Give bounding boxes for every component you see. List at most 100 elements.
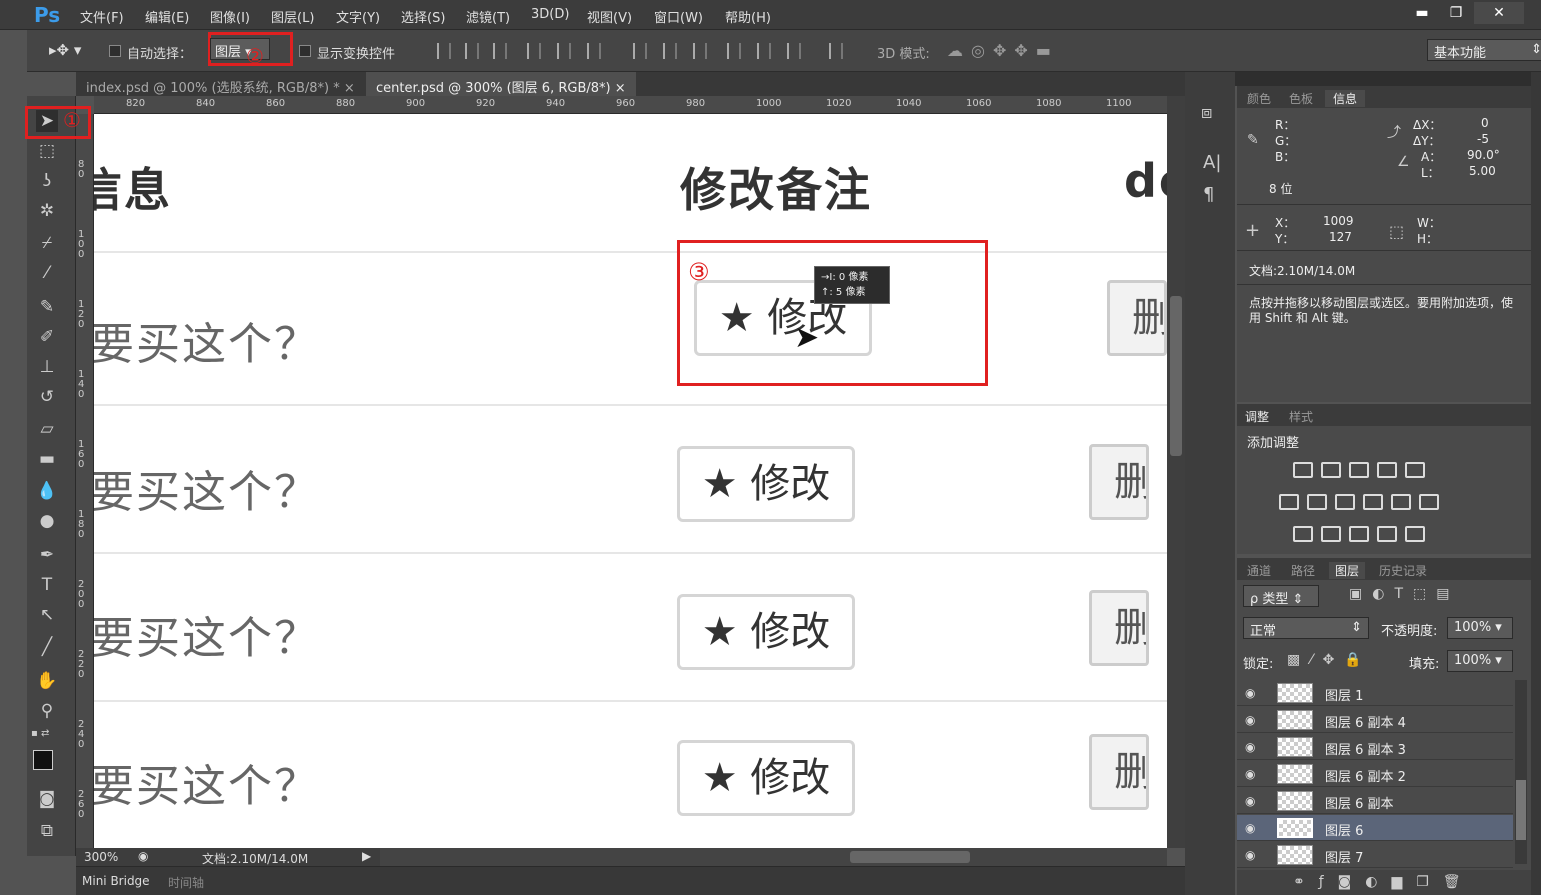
timeline-tab[interactable]: 时间轴: [168, 874, 204, 891]
exposure-icon[interactable]: [1377, 462, 1397, 478]
threshold-icon[interactable]: [1349, 526, 1369, 542]
tab-layers[interactable]: 图层: [1329, 562, 1366, 579]
eraser-icon[interactable]: ▱: [36, 418, 58, 440]
tab-styles[interactable]: 样式: [1289, 408, 1313, 425]
menu-3d[interactable]: 3D(D): [531, 7, 569, 22]
visibility-eye-icon[interactable]: ◉: [1245, 767, 1261, 781]
history-brush-icon[interactable]: ↺: [36, 386, 58, 408]
zoom-tool-icon[interactable]: ⚲: [36, 700, 58, 722]
close-button[interactable]: ✕: [1474, 2, 1524, 24]
color-balance-icon[interactable]: [1307, 494, 1327, 510]
workspace-dropdown[interactable]: 基本功能 ⇕: [1427, 39, 1541, 61]
color-lookup-icon[interactable]: [1419, 494, 1439, 510]
blur-tool-icon[interactable]: 💧: [36, 480, 58, 502]
visibility-eye-icon[interactable]: ◉: [1245, 686, 1261, 700]
blend-mode-dropdown[interactable]: 正常 ⇕: [1243, 617, 1369, 639]
auto-align-icon[interactable]: [829, 43, 843, 59]
gradient-map-icon[interactable]: [1405, 526, 1425, 542]
status-arrow-icon[interactable]: ▶: [362, 849, 371, 863]
layer-filter-icons[interactable]: ▣◐T⬚▤: [1349, 586, 1459, 602]
layer-row-selected[interactable]: ◉ 图层 6: [1237, 815, 1513, 841]
fill-input[interactable]: 100% ▾: [1447, 650, 1513, 672]
tab-paths[interactable]: 路径: [1291, 562, 1315, 579]
layer-row[interactable]: ◉ 图层 6 副本 2: [1237, 761, 1513, 787]
curves-icon[interactable]: [1349, 462, 1369, 478]
scroll-thumb[interactable]: [850, 851, 970, 863]
horizontal-scrollbar[interactable]: [380, 848, 1167, 866]
layer-actions-icons[interactable]: ⚭ƒ◙◐▆❐🗑: [1293, 874, 1475, 890]
brush-tool-icon[interactable]: ✐: [36, 326, 58, 348]
tab-index-psd[interactable]: index.psd @ 100% (选股系统, RGB/8*) * ×: [76, 72, 365, 96]
distribute-bottom-icon[interactable]: [693, 43, 707, 59]
move-tool-preset-icon[interactable]: ▸✥ ▾: [49, 41, 81, 59]
visibility-eye-icon[interactable]: ◉: [1245, 794, 1261, 808]
tab-color[interactable]: 颜色: [1247, 90, 1271, 107]
visibility-eye-icon[interactable]: ◉: [1245, 848, 1261, 862]
edit-button[interactable]: ★ 修改: [677, 740, 855, 816]
posterize-icon[interactable]: [1321, 526, 1341, 542]
swap-colors-icon[interactable]: ▪ ⇄: [31, 728, 49, 739]
clone-stamp-icon[interactable]: ⊥: [36, 356, 58, 378]
3d-tools-icon[interactable]: ☁◎✥✥▬: [947, 41, 1059, 60]
crop-tool-icon[interactable]: ⌿: [36, 232, 58, 254]
path-select-icon[interactable]: ↖: [36, 604, 58, 626]
scroll-thumb[interactable]: [1516, 780, 1526, 840]
eyedropper-icon[interactable]: ⁄: [36, 262, 58, 284]
distribute-right-icon[interactable]: [787, 43, 801, 59]
layer-row[interactable]: ◉ 图层 7: [1237, 842, 1513, 868]
invert-icon[interactable]: [1293, 526, 1313, 542]
delete-button[interactable]: 删: [1089, 734, 1149, 810]
hue-saturation-icon[interactable]: [1279, 494, 1299, 510]
hand-tool-icon[interactable]: ✋: [36, 670, 58, 692]
tab-channels[interactable]: 通道: [1247, 562, 1271, 579]
layer-row[interactable]: ◉ 图层 6 副本 3: [1237, 734, 1513, 760]
lock-icons[interactable]: ▩⁄✥🔒: [1287, 652, 1372, 668]
document-canvas[interactable]: 信息 修改备注 de 要买这个？ ★ 修改 删 要买这个？ ★ 修改 删 要买这…: [94, 114, 1167, 848]
menu-view[interactable]: 视图(V): [587, 7, 632, 26]
delete-button[interactable]: 删: [1089, 444, 1149, 520]
layer-row[interactable]: ◉ 图层 6 副本 4: [1237, 707, 1513, 733]
channel-mixer-icon[interactable]: [1391, 494, 1411, 510]
layer-row[interactable]: ◉ 图层 1: [1237, 680, 1513, 706]
menu-window[interactable]: 窗口(W): [654, 7, 703, 26]
layer-filter-dropdown[interactable]: ρ 类型 ⇕: [1243, 585, 1319, 607]
opacity-input[interactable]: 100% ▾: [1447, 617, 1513, 639]
distribute-top-icon[interactable]: [633, 43, 647, 59]
type-tool-icon[interactable]: T: [36, 574, 58, 596]
vertical-scrollbar[interactable]: [1167, 96, 1185, 848]
lasso-tool-icon[interactable]: ʖ: [36, 170, 58, 192]
delete-button[interactable]: 删: [1107, 280, 1167, 356]
mini-bridge-tab[interactable]: Mini Bridge: [82, 874, 150, 888]
menu-image[interactable]: 图像(I): [210, 7, 250, 26]
healing-brush-icon[interactable]: ✎: [36, 296, 58, 318]
visibility-eye-icon[interactable]: ◉: [1245, 821, 1261, 835]
dodge-tool-icon[interactable]: ●: [36, 510, 58, 532]
marquee-tool-icon[interactable]: ⬚: [36, 140, 58, 162]
character-panel-icon[interactable]: A|: [1203, 152, 1221, 173]
magic-wand-icon[interactable]: ✲: [36, 200, 58, 222]
show-transform-checkbox[interactable]: [299, 45, 311, 57]
gradient-tool-icon[interactable]: ▬: [36, 448, 58, 470]
edit-button[interactable]: ★ 修改: [677, 594, 855, 670]
distribute-hcenter-icon[interactable]: [757, 43, 771, 59]
screen-mode-icon[interactable]: ⧉: [36, 820, 58, 842]
menu-layer[interactable]: 图层(L): [271, 7, 314, 26]
photo-filter-icon[interactable]: [1363, 494, 1383, 510]
selective-color-icon[interactable]: [1377, 526, 1397, 542]
visibility-eye-icon[interactable]: ◉: [1245, 740, 1261, 754]
paragraph-panel-icon[interactable]: ¶: [1203, 184, 1214, 205]
menu-file[interactable]: 文件(F): [80, 7, 124, 26]
distribute-left-icon[interactable]: [727, 43, 741, 59]
align-vcenter-icon[interactable]: [465, 43, 479, 59]
tab-info[interactable]: 信息: [1325, 90, 1366, 107]
visibility-eye-icon[interactable]: ◉: [1245, 713, 1261, 727]
distribute-vcenter-icon[interactable]: [663, 43, 677, 59]
menu-select[interactable]: 选择(S): [401, 7, 445, 26]
tab-history[interactable]: 历史记录: [1379, 562, 1427, 579]
layer-row[interactable]: ◉ 图层 6 副本: [1237, 788, 1513, 814]
menu-edit[interactable]: 编辑(E): [145, 7, 189, 26]
align-bottom-icon[interactable]: [493, 43, 507, 59]
tab-adjustments[interactable]: 调整: [1245, 408, 1269, 425]
black-white-icon[interactable]: [1335, 494, 1355, 510]
line-tool-icon[interactable]: ╱: [36, 636, 58, 658]
